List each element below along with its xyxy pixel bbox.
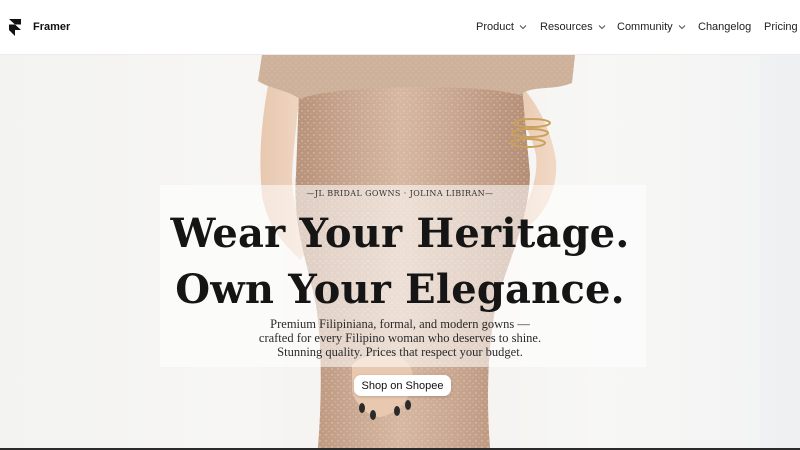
nav-item-product[interactable]: Product — [476, 21, 527, 33]
chevron-down-icon — [519, 23, 527, 31]
nav-item-community[interactable]: Community — [617, 21, 686, 33]
top-navigation-bar: Framer Product Resources Community Chang… — [0, 0, 800, 55]
shop-on-shopee-button[interactable]: Shop on Shopee — [354, 375, 451, 396]
nav-item-label: Product — [476, 21, 514, 33]
chevron-down-icon — [598, 23, 606, 31]
main-menu: Product Resources Community Changelog Pr… — [0, 0, 800, 55]
nav-item-label: Resources — [540, 21, 593, 33]
nav-item-changelog[interactable]: Changelog — [698, 21, 751, 33]
hero-headline-line-1: Wear Your Heritage. — [170, 210, 630, 257]
nav-item-label: Pricing — [764, 21, 798, 33]
nav-item-resources[interactable]: Resources — [540, 21, 606, 33]
hero-headline-line-2: Own Your Elegance. — [175, 266, 625, 313]
nav-item-label: Community — [617, 21, 673, 33]
hero-subtext-line-3: Stunning quality. Prices that respect yo… — [277, 345, 523, 359]
hero-subtext-line-1: Premium Filipiniana, formal, and modern … — [270, 317, 530, 331]
hero-eyebrow: —JL BRIDAL GOWNS · JOLINA LIBIRAN— — [306, 189, 494, 198]
hero-subtext-line-2: crafted for every Filipino woman who des… — [258, 331, 542, 345]
chevron-down-icon — [678, 23, 686, 31]
nav-item-pricing[interactable]: Pricing — [764, 21, 798, 33]
nav-item-label: Changelog — [698, 21, 752, 33]
